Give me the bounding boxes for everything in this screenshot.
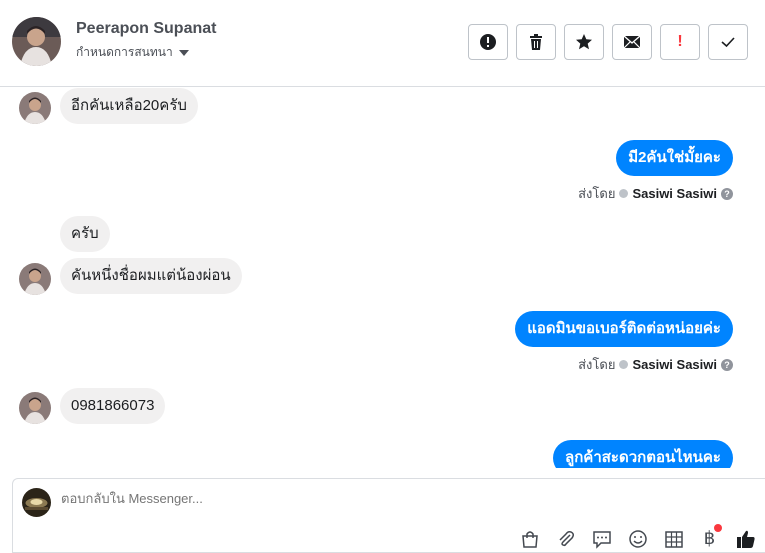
help-icon[interactable]: ?: [721, 358, 733, 371]
baht-icon: ฿: [703, 528, 716, 548]
check-icon: [721, 37, 735, 48]
message-thread[interactable]: อีกคันเหลือ20ครับ มี2คันใช่มั้ยคะ ส่งโดย…: [0, 88, 765, 468]
alert-button[interactable]: [468, 24, 508, 60]
star-icon: [576, 34, 592, 50]
chevron-down-icon: [178, 49, 189, 56]
trash-icon: [530, 34, 542, 50]
conversation-schedule[interactable]: กำหนดการสนทนา: [76, 43, 189, 62]
avatar: [19, 263, 51, 295]
composer-tools: ฿: [518, 524, 757, 550]
page-dot-icon: [619, 360, 629, 369]
incoming-message[interactable]: ครับ: [60, 216, 110, 252]
thumbs-up-icon: [736, 530, 755, 548]
reply-composer: ฿: [12, 478, 765, 553]
alert-icon: [480, 34, 496, 50]
attach-button[interactable]: [554, 527, 577, 550]
shopping-bag-icon: [521, 530, 538, 548]
payment-button[interactable]: ฿: [698, 524, 722, 550]
notification-dot: [714, 524, 722, 532]
spam-button[interactable]: !: [660, 24, 700, 60]
saved-replies-button[interactable]: [590, 527, 613, 550]
shopping-bag-button[interactable]: [518, 527, 541, 550]
avatar: [19, 392, 51, 424]
delete-button[interactable]: [516, 24, 556, 60]
appointment-button[interactable]: [662, 527, 685, 550]
page-dot-icon: [619, 189, 629, 198]
like-button[interactable]: [734, 527, 757, 550]
help-icon[interactable]: ?: [721, 187, 733, 200]
exclamation-icon: !: [677, 33, 683, 50]
star-button[interactable]: [564, 24, 604, 60]
envelope-icon: [623, 35, 641, 49]
sent-by-info: ส่งโดย Sasiwi Sasiwi ?: [578, 183, 733, 204]
conversation-header: Peerapon Supanat กำหนดการสนทนา !: [0, 0, 765, 87]
header-actions: !: [468, 24, 748, 60]
page-avatar: [22, 488, 51, 517]
table-icon: [664, 530, 683, 548]
sent-by-label: ส่งโดย: [578, 186, 616, 201]
done-button[interactable]: [708, 24, 748, 60]
smiley-icon: [628, 529, 647, 548]
incoming-message[interactable]: คันหนึ่งชื่อผมแต่น้องผ่อน: [60, 258, 242, 294]
contact-avatar[interactable]: [12, 17, 61, 66]
message-input[interactable]: [61, 491, 561, 506]
emoji-button[interactable]: [626, 527, 649, 550]
incoming-message[interactable]: อีกคันเหลือ20ครับ: [60, 88, 198, 124]
sent-by-label: ส่งโดย: [578, 357, 616, 372]
incoming-message[interactable]: 0981866073: [60, 388, 166, 424]
speech-bubble-icon: [592, 530, 611, 549]
schedule-label: กำหนดการสนทนา: [76, 45, 173, 59]
sender-name[interactable]: Sasiwi Sasiwi: [632, 186, 717, 201]
mark-unread-button[interactable]: [612, 24, 652, 60]
outgoing-message[interactable]: มี2คันใช่มั้ยคะ: [616, 140, 733, 176]
paperclip-icon: [558, 530, 574, 546]
outgoing-message[interactable]: แอดมินขอเบอร์ติดต่อหน่อยค่ะ: [515, 311, 733, 347]
sender-name[interactable]: Sasiwi Sasiwi: [632, 357, 717, 372]
sent-by-info: ส่งโดย Sasiwi Sasiwi ?: [578, 354, 733, 375]
avatar: [19, 92, 51, 124]
outgoing-message[interactable]: ลูกค้าสะดวกตอนไหนคะ: [553, 440, 733, 468]
contact-name[interactable]: Peerapon Supanat: [76, 20, 216, 38]
